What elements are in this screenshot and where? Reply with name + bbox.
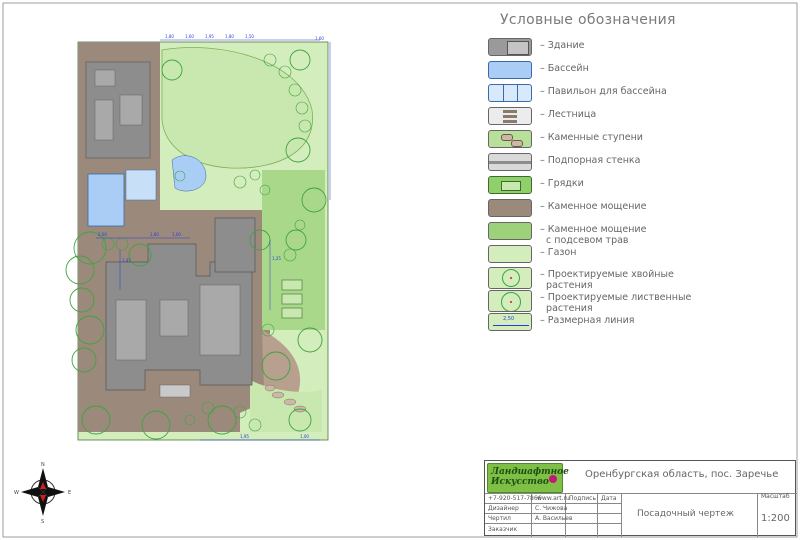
- conifer-swatch-icon: [488, 267, 532, 289]
- dim-label: 1,50: [245, 34, 254, 39]
- scale-label: Масштаб: [761, 493, 790, 500]
- dimension-swatch-icon: 2,50: [488, 313, 532, 331]
- stone-steps-swatch-icon: [488, 130, 532, 148]
- entrance-stairs: [159, 384, 191, 398]
- project-address: Оренбургская область, пос. Заречье: [585, 469, 779, 480]
- svg-text:E: E: [68, 490, 71, 496]
- pavilion-swatch-icon: [488, 84, 532, 102]
- drafter-label: Чертил: [488, 515, 511, 522]
- dim-label: 1,80: [165, 34, 174, 39]
- designer-label: Дизайнер: [488, 505, 519, 512]
- title-block: Ландшафтное Искусство Оренбургская област…: [484, 460, 797, 537]
- svg-text:N: N: [41, 462, 45, 468]
- dim-label: 1,00: [300, 434, 309, 439]
- lower-paving: [78, 395, 240, 432]
- legend-label: – Проектируемые хвойные растения: [540, 269, 674, 291]
- building-swatch-icon: [488, 38, 532, 56]
- lawn-swatch-icon: [488, 245, 532, 263]
- legend-label: – Здание: [540, 40, 585, 51]
- dim-label: 1,80: [225, 34, 234, 39]
- pool: [87, 173, 125, 227]
- col-sign-header: Подпись: [569, 495, 596, 502]
- dim-label: 1,45: [122, 258, 131, 263]
- dim-label: 1,60: [172, 232, 181, 237]
- contact-site: www.art.ru: [537, 495, 570, 502]
- dimension-sample-label: 2,50: [503, 316, 515, 322]
- legend-item-stone-paving: – Каменное мощение: [488, 199, 788, 219]
- legend-item-paving-grass: – Каменное мощение с подсевом трав: [488, 222, 788, 246]
- legend-item-building: – Здание: [488, 38, 788, 58]
- compass-icon: N S W E: [14, 462, 71, 525]
- legend-label: – Подпорная стенка: [540, 155, 641, 166]
- logo-text: Ландшафтное Искусство: [491, 467, 569, 487]
- legend-item-deciduous: – Проектируемые лиственные растения: [488, 290, 788, 314]
- legend-label: – Каменные ступени: [540, 132, 643, 143]
- designer-name: С. Чижова: [535, 505, 568, 512]
- logo-dot-icon: [549, 475, 557, 483]
- col-date-header: Дата: [601, 495, 617, 502]
- dim-label: 1,95: [205, 34, 214, 39]
- retaining-wall-swatch-icon: [488, 153, 532, 171]
- company-logo: Ландшафтное Искусство: [487, 463, 569, 493]
- legend-label: – Грядки: [540, 178, 584, 189]
- pool-swatch-icon: [488, 61, 532, 79]
- legend-title: Условные обозначения: [500, 12, 676, 28]
- stairs-swatch-icon: [488, 107, 532, 125]
- legend-item-pavilion: – Павильон для бассейна: [488, 84, 788, 104]
- legend-label: – Проектируемые лиственные растения: [540, 292, 692, 314]
- drawing-title: Посадочный чертеж: [637, 509, 734, 519]
- garden-bed: [281, 279, 303, 291]
- legend-label: – Размерная линия: [540, 315, 635, 326]
- legend-label: – Каменное мощение с подсевом трав: [540, 224, 647, 246]
- garden-bed: [281, 307, 303, 319]
- legend-item-dimension: 2,50 – Размерная линия: [488, 313, 788, 333]
- legend-item-beds: – Грядки: [488, 176, 788, 196]
- svg-text:S: S: [41, 519, 44, 525]
- legend-label: – Бассейн: [540, 63, 589, 74]
- legend-item-pool: – Бассейн: [488, 61, 788, 81]
- dim-label: 1,25: [272, 256, 281, 261]
- legend-label: – Павильон для бассейна: [540, 86, 667, 97]
- dim-label: 1,60: [185, 34, 194, 39]
- drafter-name: А. Васильев: [535, 515, 573, 522]
- legend-label: – Каменное мощение: [540, 201, 647, 212]
- legend-item-stairs: – Лестница: [488, 107, 788, 127]
- legend-label: – Лестница: [540, 109, 597, 120]
- dim-label: 2,00: [98, 232, 107, 237]
- legend-item-conifers: – Проектируемые хвойные растения: [488, 267, 788, 291]
- legend-item-lawn: – Газон: [488, 245, 788, 265]
- garage: [214, 217, 256, 273]
- dim-label: 1,95: [240, 434, 249, 439]
- legend-item-stone-steps: – Каменные ступени: [488, 130, 788, 150]
- stone-paving-swatch-icon: [488, 199, 532, 217]
- legend-label: – Газон: [540, 247, 577, 258]
- customer-label: Заказчик: [488, 526, 518, 533]
- pool-pavilion: [125, 169, 157, 201]
- contact-phone: +7-920-517-7866: [488, 495, 542, 502]
- legend-item-retaining-wall: – Подпорная стенка: [488, 153, 788, 173]
- scale-value: 1:200: [761, 513, 790, 524]
- dim-label: 1,80: [150, 232, 159, 237]
- paving-grass-swatch-icon: [488, 222, 532, 240]
- deciduous-swatch-icon: [488, 290, 532, 312]
- dim-label: 1,60: [315, 36, 324, 41]
- garden-bed: [281, 293, 303, 305]
- beds-swatch-icon: [488, 176, 532, 194]
- svg-text:W: W: [14, 490, 19, 496]
